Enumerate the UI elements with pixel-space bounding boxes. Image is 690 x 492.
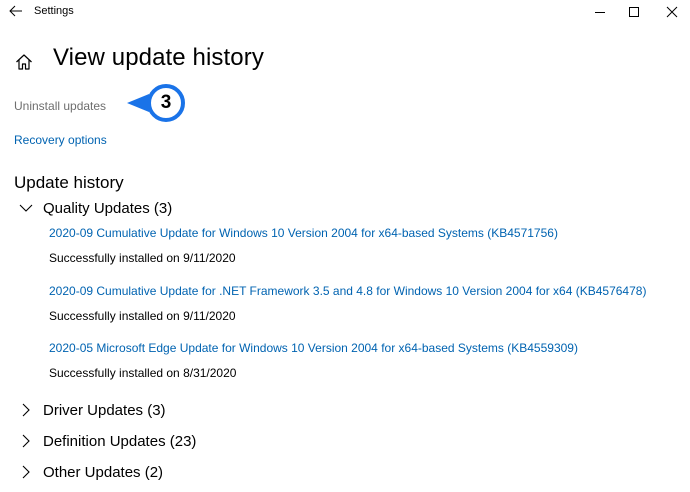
recovery-options-link[interactable]: Recovery options [14,133,107,147]
update-item: 2020-09 Cumulative Update for Windows 10… [49,226,558,265]
step-number-badge: 3 [147,84,185,122]
update-status: Successfully installed on 9/11/2020 [49,251,236,265]
title-bar: Settings [0,0,690,24]
group-label: Other Updates (2) [43,463,164,481]
group-other-updates[interactable]: Other Updates (2) [18,461,163,483]
step-badge-pointer [127,94,149,112]
update-item: 2020-05 Microsoft Edge Update for Window… [49,341,578,380]
minimize-icon[interactable] [590,2,610,22]
update-title-link[interactable]: 2020-09 Cumulative Update for Windows 10… [49,226,558,240]
update-item: 2020-09 Cumulative Update for .NET Frame… [49,284,646,323]
update-status: Successfully installed on 9/11/2020 [49,309,236,323]
chevron-right-icon [18,433,34,449]
chevron-down-icon [18,200,34,216]
close-icon[interactable] [662,2,682,22]
chevron-right-icon [18,464,34,480]
uninstall-updates-link[interactable]: Uninstall updates [14,99,106,113]
group-driver-updates[interactable]: Driver Updates (3) [18,399,166,421]
group-label: Definition Updates (23) [43,432,197,450]
home-icon[interactable] [14,52,34,72]
window-title: Settings [34,5,74,17]
update-title-link[interactable]: 2020-05 Microsoft Edge Update for Window… [49,341,578,355]
group-definition-updates[interactable]: Definition Updates (23) [18,430,196,452]
group-quality-updates[interactable]: Quality Updates (3) [18,197,172,219]
chevron-right-icon [18,402,34,418]
settings-window: Settings View update history Uninstall u… [0,0,690,492]
group-label: Quality Updates (3) [43,199,173,217]
maximize-icon[interactable] [624,2,644,22]
update-title-link[interactable]: 2020-09 Cumulative Update for .NET Frame… [49,284,646,298]
page-title: View update history [53,44,264,71]
update-history-heading: Update history [14,173,124,192]
update-status: Successfully installed on 8/31/2020 [49,366,237,380]
group-label: Driver Updates (3) [43,401,166,419]
back-arrow-icon[interactable] [7,2,25,20]
